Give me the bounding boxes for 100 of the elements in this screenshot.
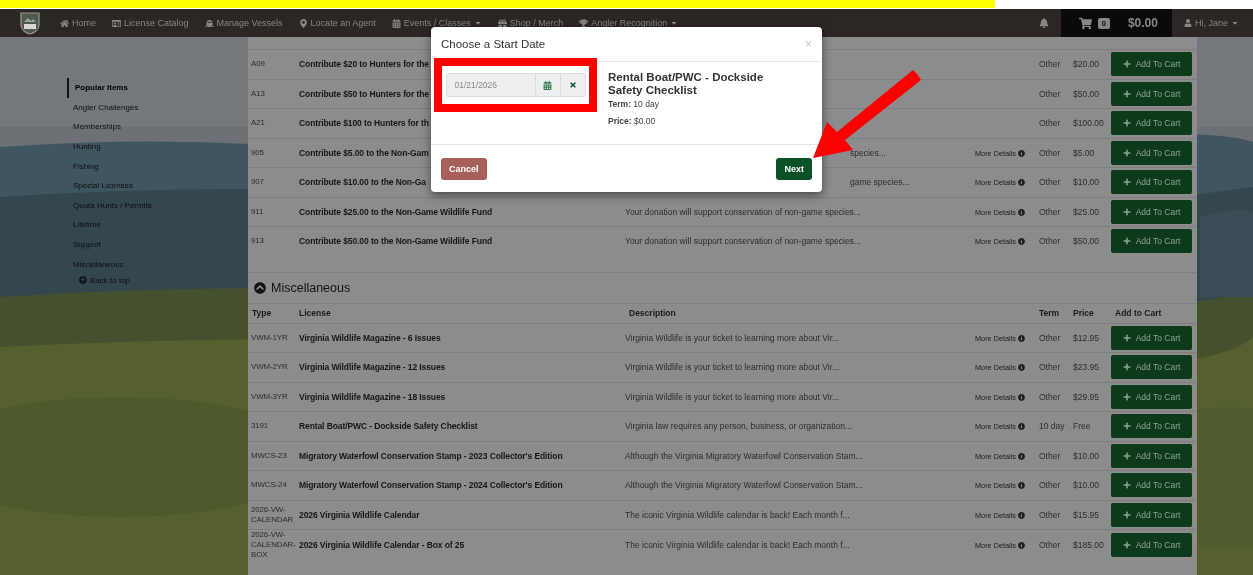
info-icon (1017, 334, 1025, 342)
add-to-cart-button[interactable]: Add To Cart (1111, 170, 1192, 195)
nav-link[interactable]: Shop / Merch (497, 18, 564, 28)
description-text: game species... (850, 177, 910, 188)
add-to-cart-button[interactable]: Add To Cart (1111, 52, 1192, 77)
plus-icon (1122, 333, 1131, 342)
price-cell-text: $5.00 (1072, 147, 1095, 158)
price-text: Price: $0.00 (608, 116, 657, 127)
nav-link[interactable]: Angler Recognition (579, 18, 679, 28)
cancel-button[interactable]: Cancel (441, 157, 487, 180)
price-cell-text: $23.95 (1072, 362, 1099, 373)
info-icon (1017, 179, 1025, 187)
license-name: Virginia Wildlife Magazine - 12 Issues (298, 362, 446, 373)
add-to-cart-button[interactable]: Add To Cart (1111, 532, 1192, 557)
term-cell-text: Other (1038, 88, 1061, 99)
plus-icon (1122, 60, 1131, 69)
plus-icon (1122, 422, 1131, 431)
term-cell-text: 10 day (1038, 421, 1065, 432)
term-text: Term: 10 day (608, 99, 660, 110)
next-button[interactable]: Next (776, 157, 812, 180)
add-to-cart-button[interactable]: Add To Cart (1111, 140, 1192, 165)
add-to-cart-button[interactable]: Add To Cart (1111, 355, 1192, 380)
cart-total: $0.00 (1127, 16, 1158, 30)
term-cell-text: Other (1038, 391, 1061, 402)
nav-link[interactable]: Locate an Agent (298, 18, 376, 28)
license-name: Contribute $10.00 to the Non-Ga (298, 177, 426, 188)
nav-link[interactable]: Events / Classes (391, 18, 482, 28)
shield-logo[interactable] (18, 11, 42, 35)
price-cell-text: $20.00 (1072, 59, 1099, 70)
sidebar-link[interactable]: Popular Items (67, 78, 128, 98)
term-cell-text: Other (1038, 509, 1061, 520)
plus-icon (1122, 207, 1131, 216)
plus-icon (1122, 510, 1131, 519)
nav-link[interactable]: Home (60, 18, 96, 28)
up-arrow-icon (79, 276, 87, 285)
column-header: Price (1072, 308, 1094, 318)
id-card-icon (112, 18, 121, 28)
term-cell-text: Other (1038, 450, 1061, 461)
license-name: Contribute $100 to Hunters for th (298, 118, 429, 129)
price-cell-text: $50.00 (1072, 88, 1099, 99)
term-cell-text: Other (1038, 480, 1061, 491)
license-name: 2026 Virginia Wildlife Calendar - Box of 25 (298, 539, 465, 550)
price-cell-text: $185.00 (1072, 539, 1104, 550)
price-cell-text: $12.95 (1072, 332, 1099, 343)
caret-icon (473, 19, 482, 27)
description-text: Virginia law requires any person, business, or organization... (625, 421, 853, 432)
license-name: Contribute $20 to Hunters for the (298, 59, 429, 70)
add-to-cart-button[interactable]: Add To Cart (1111, 414, 1192, 439)
license-name: Contribute $25.00 to the Non-Game Wildlife Fund (298, 206, 493, 217)
add-to-cart-button[interactable]: Add To Cart (1111, 384, 1192, 409)
user-menu[interactable]: Hi, Jane (1183, 18, 1239, 28)
add-to-cart-button[interactable]: Add To Cart (1111, 111, 1192, 136)
info-icon (1017, 423, 1025, 431)
description-text: The iconic Virginia Wildlife calendar is back! Each month f... (625, 539, 850, 550)
nav-link[interactable]: License Catalog (112, 18, 189, 28)
price-cell-text: $50.00 (1072, 236, 1099, 247)
info-icon (1017, 238, 1025, 246)
add-to-cart-button[interactable]: Add To Cart (1111, 473, 1192, 498)
add-to-cart-button[interactable]: Add To Cart (1111, 325, 1192, 350)
calendar-icon (391, 18, 401, 28)
info-icon (1017, 541, 1025, 549)
add-to-cart-button[interactable]: Add To Cart (1111, 502, 1192, 527)
price-cell-text: $25.00 (1072, 206, 1099, 217)
plus-icon (1122, 237, 1131, 246)
license-name: Virginia Wildlife Magazine - 18 Issues (298, 391, 446, 402)
plus-icon (1122, 363, 1131, 372)
item-title: Rental Boat/PWC - Dockside Safety Checklist (608, 71, 765, 97)
nav-link[interactable]: Manage Vessels (204, 18, 283, 28)
plus-icon (1122, 148, 1131, 157)
info-icon (1017, 511, 1025, 519)
plus-icon (1122, 392, 1131, 401)
term-cell-text: Other (1038, 332, 1061, 343)
home-icon (60, 18, 69, 28)
plus-icon (1122, 178, 1131, 187)
info-icon (1017, 364, 1025, 372)
collapse-icon[interactable] (254, 281, 266, 294)
column-header: Description (628, 308, 676, 318)
caret-icon (670, 19, 679, 27)
add-to-cart-button[interactable]: Add To Cart (1111, 229, 1192, 254)
plus-icon (1122, 451, 1131, 460)
sidebar-link[interactable]: Memberships (65, 117, 121, 137)
license-name: Contribute $50 to Hunters for the (298, 88, 429, 99)
sidebar-link[interactable]: Angler Challenges (65, 97, 139, 118)
description-text: Although the Virginia Migratory Waterfowl Conservation Stam... (625, 450, 863, 461)
price-cell-text: $100.00 (1072, 118, 1104, 129)
dialog-title: Choose a Start Date (441, 38, 546, 50)
trophy-icon (579, 18, 589, 28)
info-icon (1017, 393, 1025, 401)
add-to-cart-button[interactable]: Add To Cart (1111, 443, 1192, 468)
term-cell-text: Other (1038, 177, 1061, 188)
add-to-cart-button[interactable]: Add To Cart (1111, 81, 1192, 106)
license-name: Contribute $5.00 to the Non-Gam (298, 147, 429, 158)
bell-icon[interactable] (1038, 18, 1049, 28)
price-cell-text: $10.00 (1072, 450, 1099, 461)
add-to-cart-button[interactable]: Add To Cart (1111, 199, 1192, 224)
price-cell-text: $29.95 (1072, 391, 1099, 402)
info-icon (1017, 452, 1025, 460)
user-icon (1183, 19, 1192, 27)
license-name: 2026 Virginia Wildlife Calendar (298, 509, 420, 520)
column-header: License (298, 308, 331, 318)
